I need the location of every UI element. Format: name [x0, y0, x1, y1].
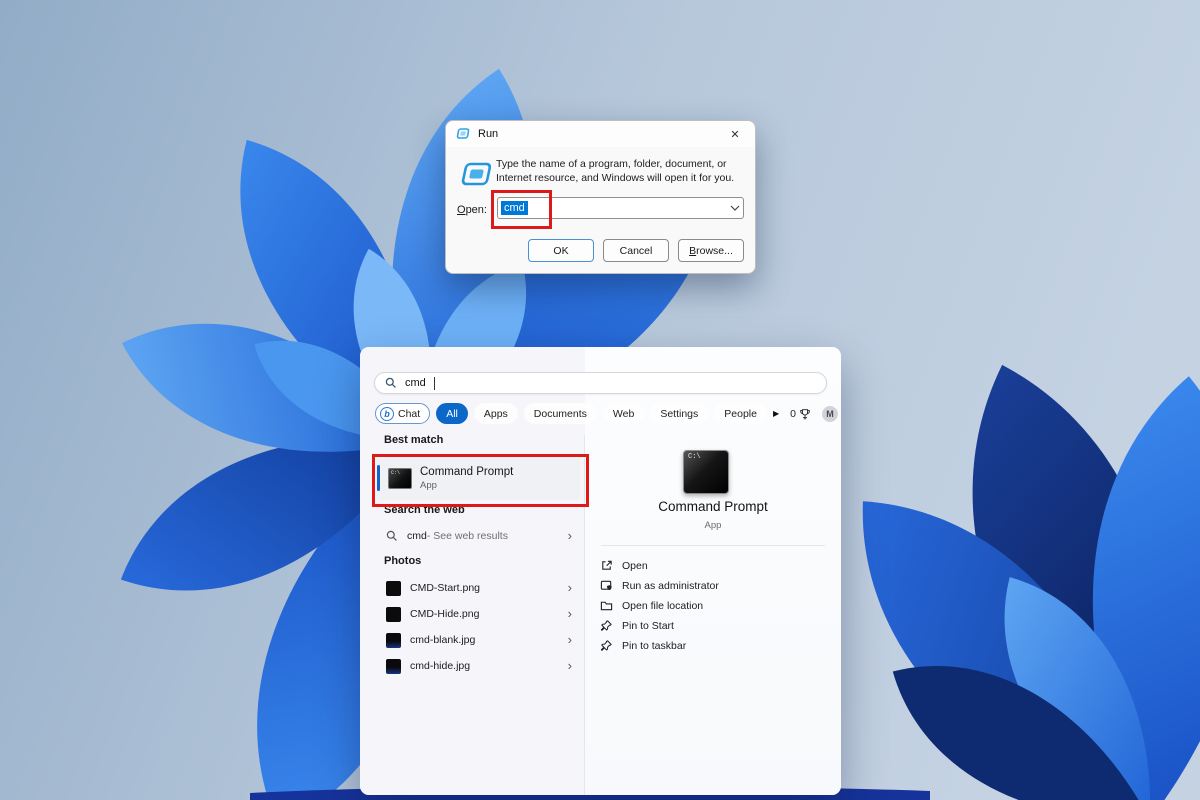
tab-settings[interactable]: Settings — [650, 403, 709, 424]
tab-chat[interactable]: b Chat — [375, 403, 431, 424]
trophy-icon — [800, 408, 810, 419]
chevron-right-icon: › — [567, 658, 572, 673]
action-open[interactable]: Open — [600, 557, 826, 574]
chevron-right-icon: › — [567, 580, 572, 595]
avatar[interactable]: M — [821, 405, 838, 422]
tab-people[interactable]: People — [714, 403, 767, 424]
photo-result[interactable]: cmd-blank.jpg › — [376, 628, 580, 652]
search-flyout-panel: cmd b Chat All Apps Documents Web Settin… — [360, 347, 841, 795]
pin-icon — [600, 619, 613, 632]
image-thumbnail-icon — [386, 580, 401, 596]
search-input[interactable]: cmd — [374, 372, 827, 394]
search-query-text: cmd — [405, 377, 426, 389]
chat-label: Chat — [398, 407, 421, 420]
photo-result[interactable]: CMD-Start.png › — [376, 576, 580, 600]
web-suffix: - See web results — [426, 530, 508, 542]
run-description: Type the name of a program, folder, docu… — [496, 158, 735, 184]
tab-documents[interactable]: Documents — [523, 403, 597, 424]
close-icon[interactable]: ✕ — [725, 125, 745, 143]
ok-button[interactable]: OK — [528, 239, 594, 262]
more-filters-icon[interactable]: ▶ — [773, 409, 779, 418]
action-pin-to-start[interactable]: Pin to Start — [600, 617, 826, 634]
action-run-as-administrator[interactable]: Run as administrator — [600, 577, 826, 594]
action-pin-to-taskbar[interactable]: Pin to taskbar — [600, 637, 826, 654]
folder-icon — [600, 599, 613, 612]
annotation-highlight-best-match — [372, 454, 589, 507]
image-thumbnail-icon — [386, 606, 401, 622]
text-caret — [433, 376, 435, 390]
image-thumbnail-icon — [386, 658, 401, 674]
preview-app-subtitle: App — [704, 520, 722, 531]
photo-result[interactable]: CMD-Hide.png › — [376, 602, 580, 626]
divider — [601, 545, 825, 546]
run-window-icon — [456, 128, 470, 139]
action-open-file-location[interactable]: Open file location — [600, 597, 826, 614]
best-match-header: Best match — [384, 434, 444, 446]
admin-shield-icon — [600, 579, 613, 592]
photos-header: Photos — [384, 555, 422, 567]
run-dialog-title: Run — [478, 128, 499, 140]
cancel-button[interactable]: Cancel — [603, 239, 669, 262]
search-icon — [385, 377, 396, 388]
web-query: cmd — [407, 530, 427, 542]
run-icon — [461, 162, 491, 186]
photo-result[interactable]: cmd-hide.jpg › — [376, 654, 580, 678]
web-search-result[interactable]: cmd - See web results › — [376, 524, 580, 548]
tab-all[interactable]: All — [436, 403, 468, 424]
run-dialog-titlebar: Run ✕ — [446, 121, 755, 147]
annotation-highlight-run-input — [491, 190, 552, 229]
chevron-right-icon: › — [567, 632, 572, 647]
pin-icon — [600, 639, 613, 652]
command-prompt-icon-large: C:\ — [683, 450, 729, 494]
rewards-count: 0 — [790, 407, 796, 420]
rewards-counter[interactable]: 0 — [790, 408, 811, 420]
preview-app-title: Command Prompt — [658, 499, 768, 514]
chevron-down-icon[interactable] — [730, 205, 740, 211]
desktop: Run ✕ Type the name of a program, folder… — [0, 0, 1200, 800]
browse-button[interactable]: Browse... — [678, 239, 744, 262]
open-label: Open: — [457, 204, 487, 216]
chevron-right-icon: › — [567, 606, 572, 621]
open-external-icon — [600, 559, 613, 572]
search-filter-bar: b Chat All Apps Documents Web Settings P… — [375, 403, 838, 424]
bing-icon: b — [380, 406, 394, 421]
tab-web[interactable]: Web — [602, 403, 645, 424]
tab-apps[interactable]: Apps — [473, 403, 518, 424]
chevron-right-icon: › — [567, 528, 572, 543]
search-icon — [386, 530, 398, 542]
image-thumbnail-icon — [386, 632, 401, 648]
